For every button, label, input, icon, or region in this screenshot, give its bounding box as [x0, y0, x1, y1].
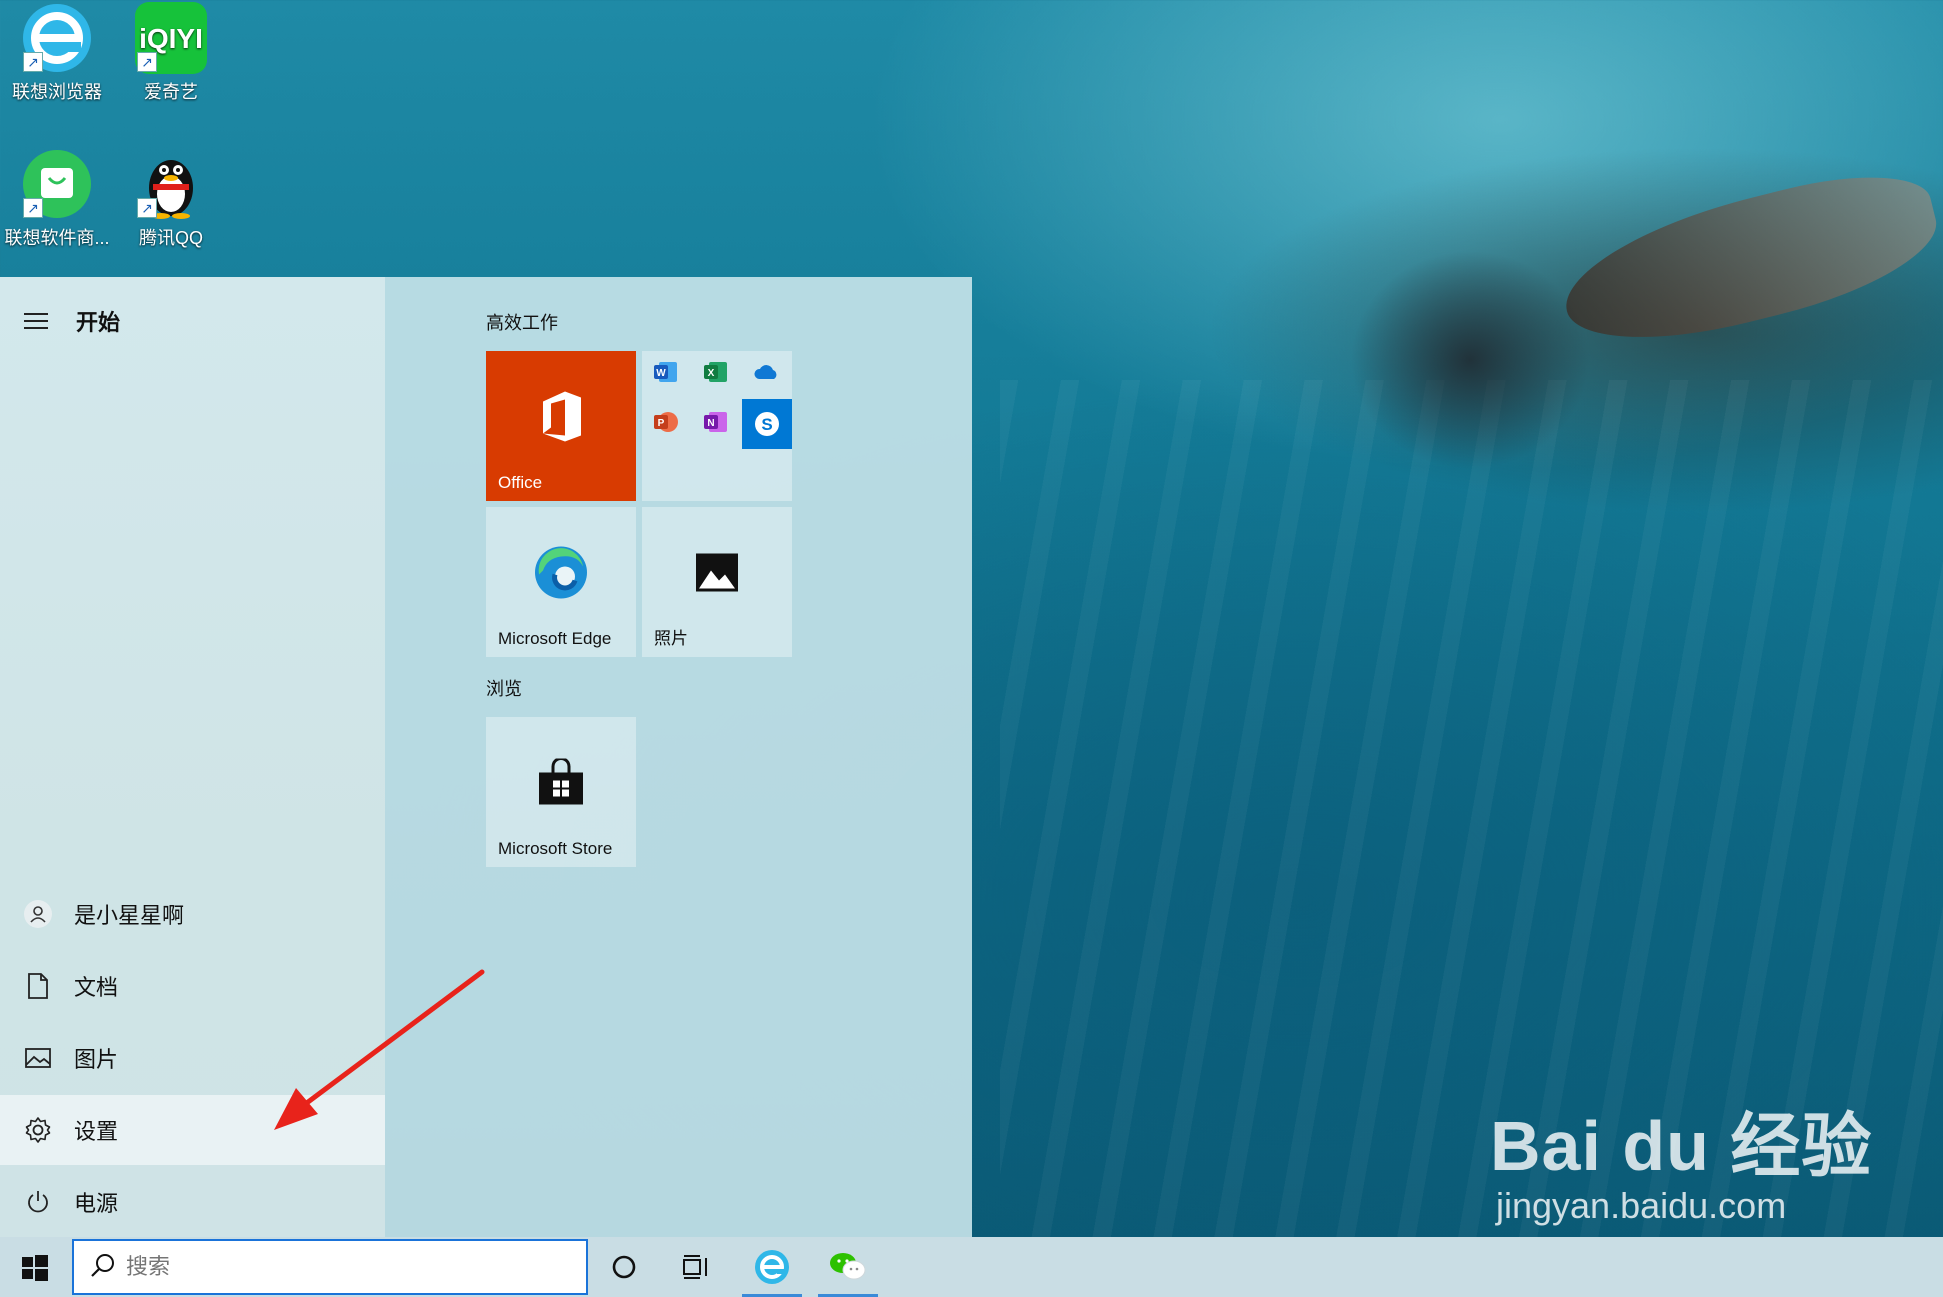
lenovo-browser-icon — [755, 1250, 789, 1284]
desktop-icon-lenovo-browser[interactable]: ↗ 联想浏览器 — [2, 2, 112, 104]
qq-penguin-icon: ↗ — [135, 148, 207, 220]
lenovo-store-icon: ↗ — [21, 148, 93, 220]
taskbar-search-box[interactable] — [72, 1239, 588, 1295]
start-menu-header: 开始 — [24, 305, 120, 337]
onenote-icon[interactable]: N — [701, 407, 731, 437]
powerpoint-icon[interactable]: P — [651, 407, 681, 437]
start-menu: 开始 是小星星啊 文档 图片 设置 电源 高效工作 Office W X P N… — [0, 277, 972, 1237]
hamburger-menu-icon[interactable] — [24, 313, 48, 329]
excel-icon[interactable]: X — [701, 357, 731, 387]
edge-icon — [533, 544, 589, 605]
iqiyi-logo-text: iQIYI — [139, 23, 203, 54]
photos-icon — [695, 552, 739, 597]
watermark-site: jingyan.baidu.com — [1496, 1185, 1787, 1226]
wallpaper-diver-fins — [1551, 155, 1943, 365]
shortcut-arrow-icon: ↗ — [137, 52, 157, 72]
svg-text:N: N — [707, 418, 714, 429]
shortcut-arrow-icon: ↗ — [137, 198, 157, 218]
task-view-icon — [683, 1255, 707, 1279]
user-icon — [18, 899, 58, 929]
tile-microsoft-edge[interactable]: Microsoft Edge — [486, 507, 636, 657]
desktop-icon-lenovo-store[interactable]: ↗ 联想软件商... — [2, 148, 112, 250]
start-item-label: 文档 — [74, 975, 119, 1000]
taskbar — [0, 1237, 1943, 1297]
store-bag-icon — [537, 756, 585, 811]
desktop-icon-qq[interactable]: ↗ 腾讯QQ — [116, 148, 226, 250]
tile-office[interactable]: Office — [486, 351, 636, 501]
start-menu-left-pane: 开始 是小星星啊 文档 图片 设置 电源 — [0, 277, 385, 1237]
gear-icon — [18, 1116, 58, 1144]
watermark-brand: Bai du 经验 — [1490, 1107, 1873, 1185]
start-menu-title: 开始 — [76, 310, 121, 335]
shortcut-arrow-icon: ↗ — [23, 198, 43, 218]
windows-start-icon[interactable] — [22, 1255, 48, 1281]
onedrive-icon[interactable] — [751, 357, 781, 387]
search-input[interactable] — [126, 1254, 506, 1280]
svg-text:W: W — [656, 368, 666, 379]
svg-text:S: S — [761, 415, 772, 434]
desktop-icon-iqiyi[interactable]: iQIYI ↗ 爱奇艺 — [116, 2, 226, 104]
start-item-power[interactable]: 电源 — [0, 1167, 385, 1237]
tile-label: Office — [498, 473, 543, 492]
start-item-label: 图片 — [74, 1047, 119, 1072]
tile-label: Microsoft Store — [498, 839, 613, 858]
lenovo-browser-icon: ↗ — [21, 2, 93, 74]
baidu-watermark: Bai du 经验 jingyan.baidu.com — [1490, 1090, 1872, 1227]
desktop-icon-label: 腾讯QQ — [138, 228, 203, 248]
start-item-label: 是小星星啊 — [74, 903, 185, 928]
desktop-icon-label: 爱奇艺 — [144, 82, 198, 102]
document-icon — [18, 972, 58, 1000]
tile-microsoft-store[interactable]: Microsoft Store — [486, 717, 636, 867]
pictures-icon — [18, 1046, 58, 1070]
svg-text:P: P — [658, 418, 665, 429]
taskbar-lenovo-browser[interactable] — [742, 1237, 802, 1297]
office-icon — [537, 389, 585, 448]
desktop-icon-label: 联想浏览器 — [12, 82, 102, 102]
iqiyi-icon: iQIYI ↗ — [135, 2, 207, 74]
taskbar-wechat[interactable] — [818, 1237, 878, 1297]
cortana-button[interactable] — [594, 1237, 654, 1297]
tile-photos[interactable]: 照片 — [642, 507, 792, 657]
tile-group-label-browse: 浏览 — [486, 679, 522, 699]
desktop-icon-label: 联想软件商... — [4, 228, 110, 248]
tile-group-label-productivity: 高效工作 — [486, 313, 558, 333]
task-view-button[interactable] — [666, 1237, 726, 1297]
search-icon — [90, 1252, 116, 1283]
tile-label: 照片 — [654, 629, 688, 648]
shortcut-arrow-icon: ↗ — [23, 52, 43, 72]
wechat-icon — [830, 1253, 866, 1280]
start-item-pictures[interactable]: 图片 — [0, 1023, 385, 1093]
tile-label: Microsoft Edge — [498, 629, 612, 648]
start-item-user-account[interactable]: 是小星星啊 — [0, 879, 385, 949]
skype-icon[interactable]: S — [742, 399, 792, 449]
start-item-label: 设置 — [74, 1119, 119, 1144]
cortana-icon — [612, 1255, 636, 1279]
svg-text:X: X — [708, 368, 715, 379]
tile-office-apps-folder[interactable]: W X P N S — [642, 351, 792, 501]
power-icon — [18, 1189, 58, 1215]
start-item-settings[interactable]: 设置 — [0, 1095, 385, 1165]
wallpaper-diver — [1350, 250, 1590, 470]
start-item-documents[interactable]: 文档 — [0, 951, 385, 1021]
start-item-label: 电源 — [74, 1191, 119, 1216]
word-icon[interactable]: W — [651, 357, 681, 387]
